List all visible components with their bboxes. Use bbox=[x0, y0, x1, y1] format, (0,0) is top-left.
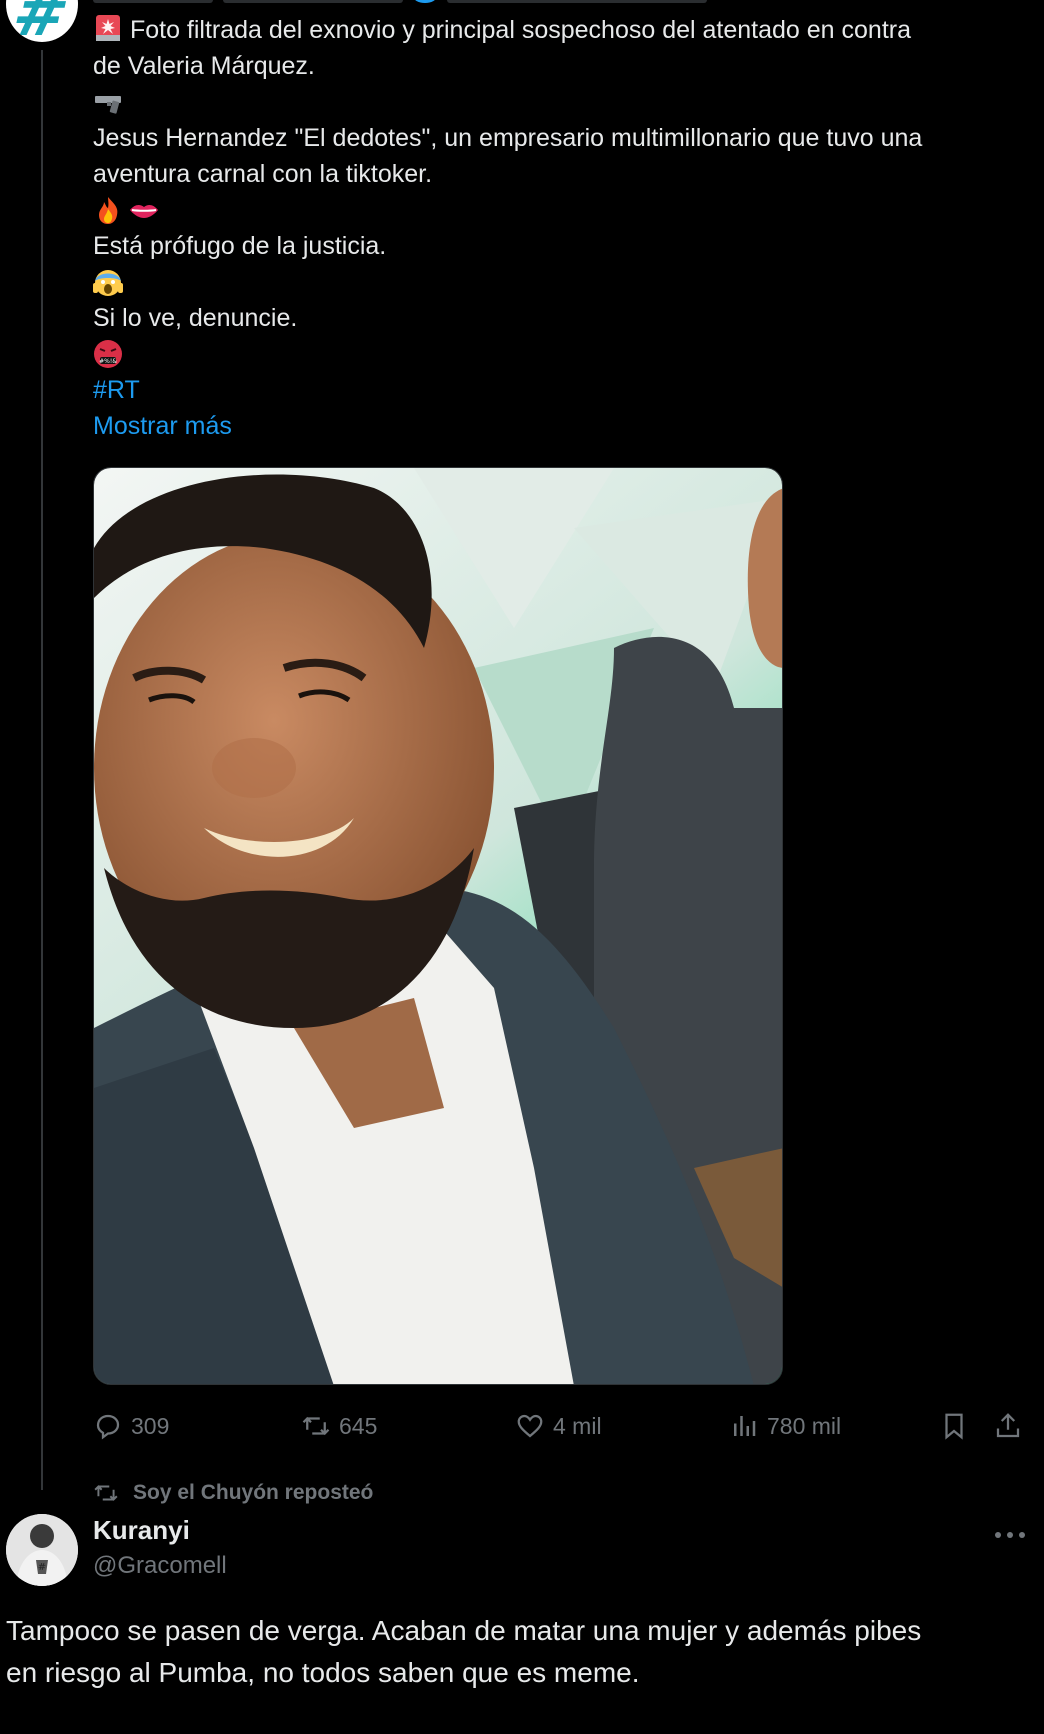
show-more-link[interactable]: Mostrar más bbox=[93, 408, 1023, 444]
reply-count: 309 bbox=[131, 1412, 170, 1439]
repost-icon bbox=[302, 1416, 330, 1436]
post-line-6: Si lo ve, denuncie. bbox=[93, 304, 298, 332]
svg-text:#: # bbox=[38, 1562, 46, 1573]
bookmark-button[interactable] bbox=[939, 1404, 969, 1448]
avatar[interactable]: # bbox=[6, 0, 78, 42]
heart-icon bbox=[517, 1414, 543, 1438]
like-count: 4 mil bbox=[553, 1412, 602, 1439]
cursing-face-icon: #%!& bbox=[94, 340, 122, 368]
svg-text:#%!&: #%!& bbox=[99, 358, 117, 365]
lips-icon bbox=[130, 205, 158, 218]
reply-button[interactable]: 309 bbox=[93, 1404, 169, 1448]
like-button[interactable]: 4 mil bbox=[515, 1404, 602, 1448]
post-photo[interactable] bbox=[93, 467, 783, 1385]
siren-icon bbox=[96, 15, 120, 41]
bookmark-icon bbox=[945, 1413, 963, 1440]
author-header-cropped bbox=[93, 0, 853, 4]
reply-icon bbox=[96, 1414, 120, 1440]
post-line-5: Está prófugo de la justicia. bbox=[93, 232, 387, 260]
repost-context[interactable]: Soy el Chuyón reposteó bbox=[93, 1478, 373, 1508]
hashtag-link[interactable]: #RT bbox=[93, 372, 1023, 408]
hashtag-logo-icon: # bbox=[6, 0, 76, 42]
more-options-icon[interactable] bbox=[990, 1520, 1030, 1550]
scream-icon bbox=[93, 270, 123, 296]
post-actions-bar: 309 645 4 mil 780 mil bbox=[93, 1404, 1033, 1448]
post-line-2: de Valeria Márquez. bbox=[93, 52, 315, 80]
selfie-photo-illustration bbox=[94, 468, 782, 1384]
repost-icon bbox=[94, 1485, 118, 1501]
share-button[interactable] bbox=[993, 1404, 1023, 1448]
views-button[interactable]: 780 mil bbox=[729, 1404, 841, 1448]
pistol-icon bbox=[95, 96, 121, 114]
repost-button[interactable]: 645 bbox=[301, 1404, 377, 1448]
post-text: Foto filtrada del exnovio y principal so… bbox=[93, 12, 1023, 444]
profile-photo-icon: # bbox=[6, 1514, 78, 1586]
repost-context-text: Soy el Chuyón reposteó bbox=[133, 1481, 374, 1504]
views-icon bbox=[734, 1416, 756, 1436]
post-line-4: aventura carnal con la tiktoker. bbox=[93, 160, 433, 188]
fire-icon bbox=[99, 197, 118, 224]
reply-text-line-2: en riesgo al Pumba, no todos saben que e… bbox=[6, 1657, 640, 1688]
author-handle[interactable]: @Gracomell bbox=[93, 1552, 227, 1580]
post-line-3: Jesus Hernandez "El dedotes", un empresa… bbox=[93, 124, 923, 152]
share-icon bbox=[996, 1413, 1020, 1438]
reply-post-text: Tampoco se pasen de verga. Acaban de mat… bbox=[6, 1610, 1036, 1694]
avatar[interactable]: # bbox=[6, 1514, 78, 1586]
views-count: 780 mil bbox=[767, 1412, 842, 1439]
repost-count: 645 bbox=[339, 1412, 378, 1439]
post-line-1: Foto filtrada del exnovio y principal so… bbox=[129, 16, 911, 44]
reply-text-line-1: Tampoco se pasen de verga. Acaban de mat… bbox=[6, 1615, 922, 1646]
author-name[interactable]: Kuranyi bbox=[93, 1515, 190, 1546]
thread-connector-line bbox=[41, 50, 43, 1490]
